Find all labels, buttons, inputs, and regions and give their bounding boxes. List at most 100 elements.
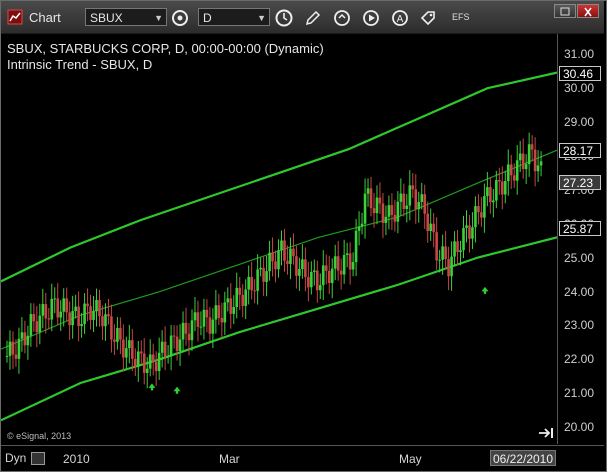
y-tick-label: 24.00	[564, 284, 595, 299]
price-axis[interactable]: 31.0030.0029.0028.0027.0026.0025.0024.00…	[557, 34, 606, 444]
candle	[333, 244, 337, 281]
candle	[480, 196, 483, 227]
candle	[74, 294, 77, 319]
candle	[393, 199, 397, 232]
candle	[414, 174, 418, 224]
candle	[65, 287, 68, 321]
chevron-down-icon[interactable]: ▼	[154, 9, 163, 27]
candle	[208, 307, 212, 342]
candle	[384, 205, 388, 236]
jump-to-end-icon[interactable]	[537, 426, 555, 440]
candle	[131, 328, 134, 372]
dyn-toggle-icon[interactable]	[31, 452, 45, 465]
candle	[271, 237, 274, 277]
y-tick-label: 29.00	[564, 115, 595, 130]
candle	[360, 212, 364, 235]
candle	[357, 211, 361, 246]
candle	[220, 302, 224, 338]
efs-button[interactable]: EFS	[452, 12, 470, 22]
x-tick-label: May	[399, 452, 422, 466]
alert-icon[interactable]: A	[391, 9, 409, 27]
candle	[214, 289, 218, 334]
candle	[154, 351, 158, 386]
candle	[474, 196, 477, 243]
tag-icon[interactable]	[419, 9, 437, 27]
refresh-icon[interactable]	[333, 9, 351, 27]
candle	[11, 331, 15, 370]
time-axis[interactable]: Dyn 2010 Mar May 06/22/2010	[1, 445, 604, 470]
candle	[295, 245, 298, 289]
candle	[142, 338, 146, 385]
candle	[438, 249, 441, 273]
candle	[196, 300, 200, 342]
candle	[498, 167, 501, 195]
candle	[336, 241, 340, 281]
candle	[304, 247, 307, 292]
candle	[330, 258, 334, 299]
symbol-input[interactable]: SBUX ▼	[85, 8, 167, 26]
candle	[8, 330, 12, 370]
candle	[71, 295, 74, 339]
candle	[432, 213, 435, 248]
candle	[181, 311, 185, 353]
candle	[139, 340, 143, 364]
chevron-down-icon[interactable]: ▼	[257, 9, 266, 27]
candle	[217, 293, 221, 326]
candle	[160, 330, 164, 368]
candle	[509, 154, 513, 189]
clock-icon[interactable]	[275, 9, 293, 27]
candle	[17, 327, 21, 374]
candle	[119, 317, 122, 355]
candle	[253, 279, 256, 304]
candle	[110, 304, 113, 353]
candle	[41, 288, 45, 329]
candle	[166, 344, 170, 364]
candle	[86, 288, 89, 322]
candle	[477, 194, 480, 225]
x-tick-label: 2010	[63, 452, 90, 466]
candle	[289, 237, 292, 280]
gear-icon[interactable]	[171, 9, 189, 27]
price-chart[interactable]	[1, 34, 557, 444]
candle	[226, 287, 230, 312]
candle	[20, 317, 24, 352]
play-icon[interactable]	[362, 9, 380, 27]
candle	[56, 283, 60, 326]
candle	[310, 261, 313, 295]
candle	[471, 212, 474, 249]
candle	[447, 246, 450, 291]
candle	[29, 303, 33, 347]
candle	[116, 317, 119, 350]
pencil-icon[interactable]	[304, 9, 322, 27]
candle	[241, 284, 245, 318]
candle	[244, 279, 247, 320]
candle	[298, 257, 301, 291]
candle	[292, 233, 295, 265]
candle	[283, 228, 286, 272]
close-button[interactable]	[577, 4, 599, 18]
y-tick-label: 31.00	[564, 47, 595, 62]
candle	[44, 292, 48, 334]
candle	[38, 303, 42, 345]
candle	[250, 261, 253, 300]
candle	[107, 298, 110, 325]
candle	[301, 244, 304, 279]
interval-input[interactable]: D ▼	[198, 8, 270, 26]
candle	[136, 340, 140, 382]
candle	[50, 283, 54, 332]
candle	[524, 154, 528, 185]
candle	[190, 309, 194, 351]
candle	[492, 188, 495, 218]
y-tick-label: 21.00	[564, 386, 595, 401]
restore-button[interactable]	[554, 4, 576, 18]
candle	[495, 170, 498, 209]
candle	[95, 288, 98, 327]
candle	[280, 230, 283, 266]
candle	[351, 252, 355, 277]
candle	[163, 326, 167, 371]
candle	[238, 276, 242, 311]
candle	[277, 239, 280, 278]
candle	[184, 307, 188, 346]
candle	[151, 343, 155, 376]
candle	[178, 324, 182, 366]
